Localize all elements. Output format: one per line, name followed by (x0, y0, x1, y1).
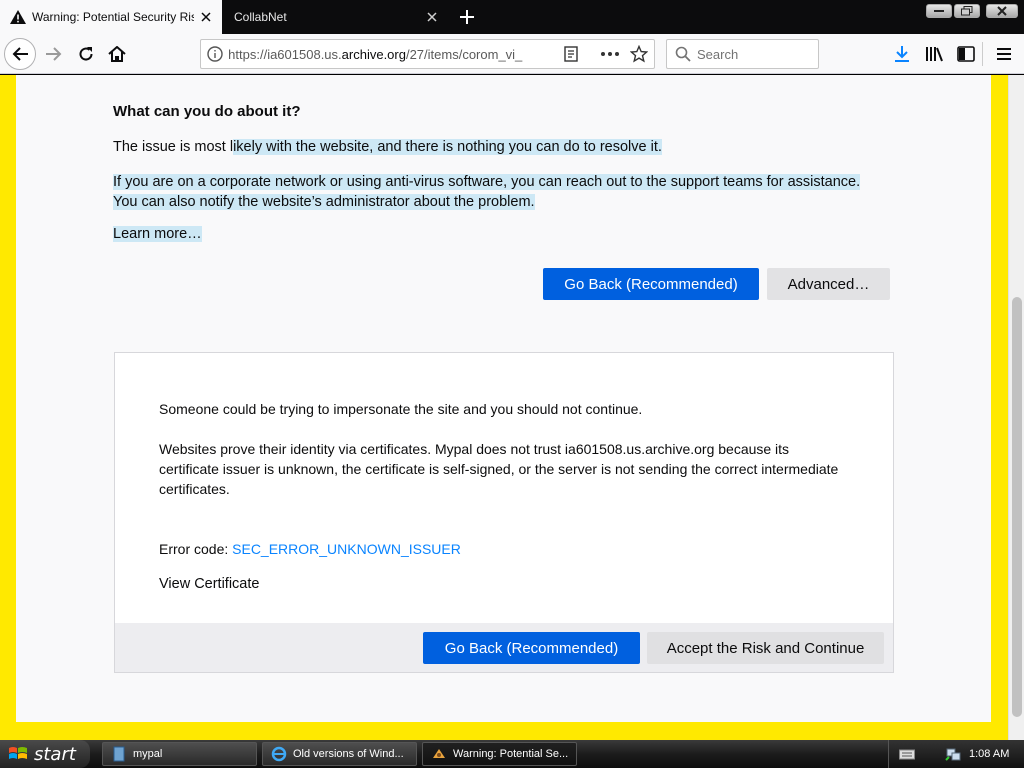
tab-collabnet[interactable]: CollabNet (224, 0, 448, 34)
folder-icon (113, 746, 125, 762)
error-code-link[interactable]: SEC_ERROR_UNKNOWN_ISSUER (232, 541, 461, 557)
search-bar[interactable] (666, 39, 819, 69)
taskbar-item-internet-explorer[interactable]: Old versions of Wind... (262, 742, 417, 766)
error-code-line: Error code: SEC_ERROR_UNKNOWN_ISSUER (159, 541, 461, 557)
forward-arrow-icon (46, 47, 62, 61)
search-input[interactable] (697, 46, 807, 62)
system-tray: 1:08 AM (888, 740, 1024, 768)
search-icon (675, 46, 691, 62)
reload-button[interactable] (70, 38, 102, 70)
what-can-you-do-heading: What can you do about it? (113, 103, 301, 120)
internet-explorer-icon (271, 746, 287, 762)
tab-strip: Warning: Potential Security Risk A Colla… (0, 0, 1024, 34)
close-tab-icon[interactable] (424, 9, 440, 25)
advanced-button[interactable]: Advanced… (767, 268, 890, 300)
page-actions-icon[interactable] (596, 52, 625, 56)
scrollbar-thumb[interactable] (1012, 297, 1022, 717)
clock[interactable]: 1:08 AM (969, 748, 1009, 760)
tab-security-warning[interactable]: Warning: Potential Security Risk A (0, 0, 222, 34)
advanced-panel-footer: Go Back (Recommended) Accept the Risk an… (115, 623, 893, 672)
error-page: What can you do about it? The issue is m… (16, 75, 991, 722)
menu-button[interactable] (988, 38, 1020, 70)
url-bar[interactable]: https://ia601508.us.archive.org/27/items… (200, 39, 655, 69)
back-arrow-icon (12, 47, 28, 61)
page-viewport: What can you do about it? The issue is m… (0, 75, 1024, 740)
vertical-scrollbar[interactable] (1008, 75, 1024, 740)
mypal-browser-icon (433, 749, 445, 758)
warning-border-bottom (0, 722, 1008, 740)
toolbar-divider (982, 42, 983, 66)
reader-view-icon[interactable] (557, 46, 586, 62)
taskbar-item-mypal-browser[interactable]: Warning: Potential Se... (422, 742, 577, 766)
network-icon[interactable] (945, 746, 961, 762)
sidebar-button[interactable] (950, 38, 982, 70)
view-certificate-link[interactable]: View Certificate (159, 574, 259, 594)
start-button[interactable]: start (0, 740, 90, 768)
learn-more-link[interactable]: Learn more… (113, 226, 202, 242)
advanced-panel: Someone could be trying to impersonate t… (114, 352, 894, 673)
taskbar: start mypal Old versions of Wind... Warn… (0, 740, 1024, 768)
forward-button[interactable] (38, 38, 70, 70)
impersonate-warning: Someone could be trying to impersonate t… (159, 401, 643, 417)
hamburger-menu-icon (997, 48, 1011, 60)
tab-title: CollabNet (234, 10, 287, 24)
home-button[interactable] (101, 38, 133, 70)
navigation-toolbar: https://ia601508.us.archive.org/27/items… (0, 34, 1024, 74)
restore-button[interactable] (954, 4, 980, 18)
corporate-network-paragraph: If you are on a corporate network or usi… (113, 174, 861, 210)
minimize-button[interactable] (926, 4, 952, 18)
taskbar-item-mypal[interactable]: mypal (102, 742, 257, 766)
close-window-button[interactable] (986, 4, 1018, 18)
library-button[interactable] (918, 38, 950, 70)
tab-title: Warning: Potential Security Risk A (32, 10, 194, 24)
keyboard-icon[interactable] (899, 748, 915, 760)
plus-icon (460, 10, 474, 24)
bookmark-star-icon[interactable] (625, 45, 654, 63)
start-label: start (34, 743, 76, 765)
home-icon (108, 46, 126, 62)
site-info-icon[interactable] (201, 46, 228, 62)
accept-risk-button[interactable]: Accept the Risk and Continue (647, 632, 884, 664)
windows-logo-icon (9, 747, 27, 759)
sidebar-icon (957, 46, 975, 62)
library-icon (926, 47, 943, 62)
certificate-explanation: Websites prove their identity via certif… (159, 441, 839, 497)
warning-border-left (0, 75, 16, 722)
issue-paragraph: The issue is most likely with the websit… (113, 139, 662, 155)
new-tab-button[interactable] (452, 2, 482, 32)
advanced-go-back-button[interactable]: Go Back (Recommended) (423, 632, 640, 664)
downloads-button[interactable] (886, 38, 918, 70)
url-text[interactable]: https://ia601508.us.archive.org/27/items… (228, 47, 540, 62)
go-back-button[interactable]: Go Back (Recommended) (543, 268, 759, 300)
close-tab-icon[interactable] (198, 9, 214, 25)
reload-icon (79, 47, 93, 61)
back-button[interactable] (4, 38, 36, 70)
warning-icon (10, 10, 26, 24)
download-icon (895, 46, 909, 62)
warning-border-right (991, 75, 1008, 722)
